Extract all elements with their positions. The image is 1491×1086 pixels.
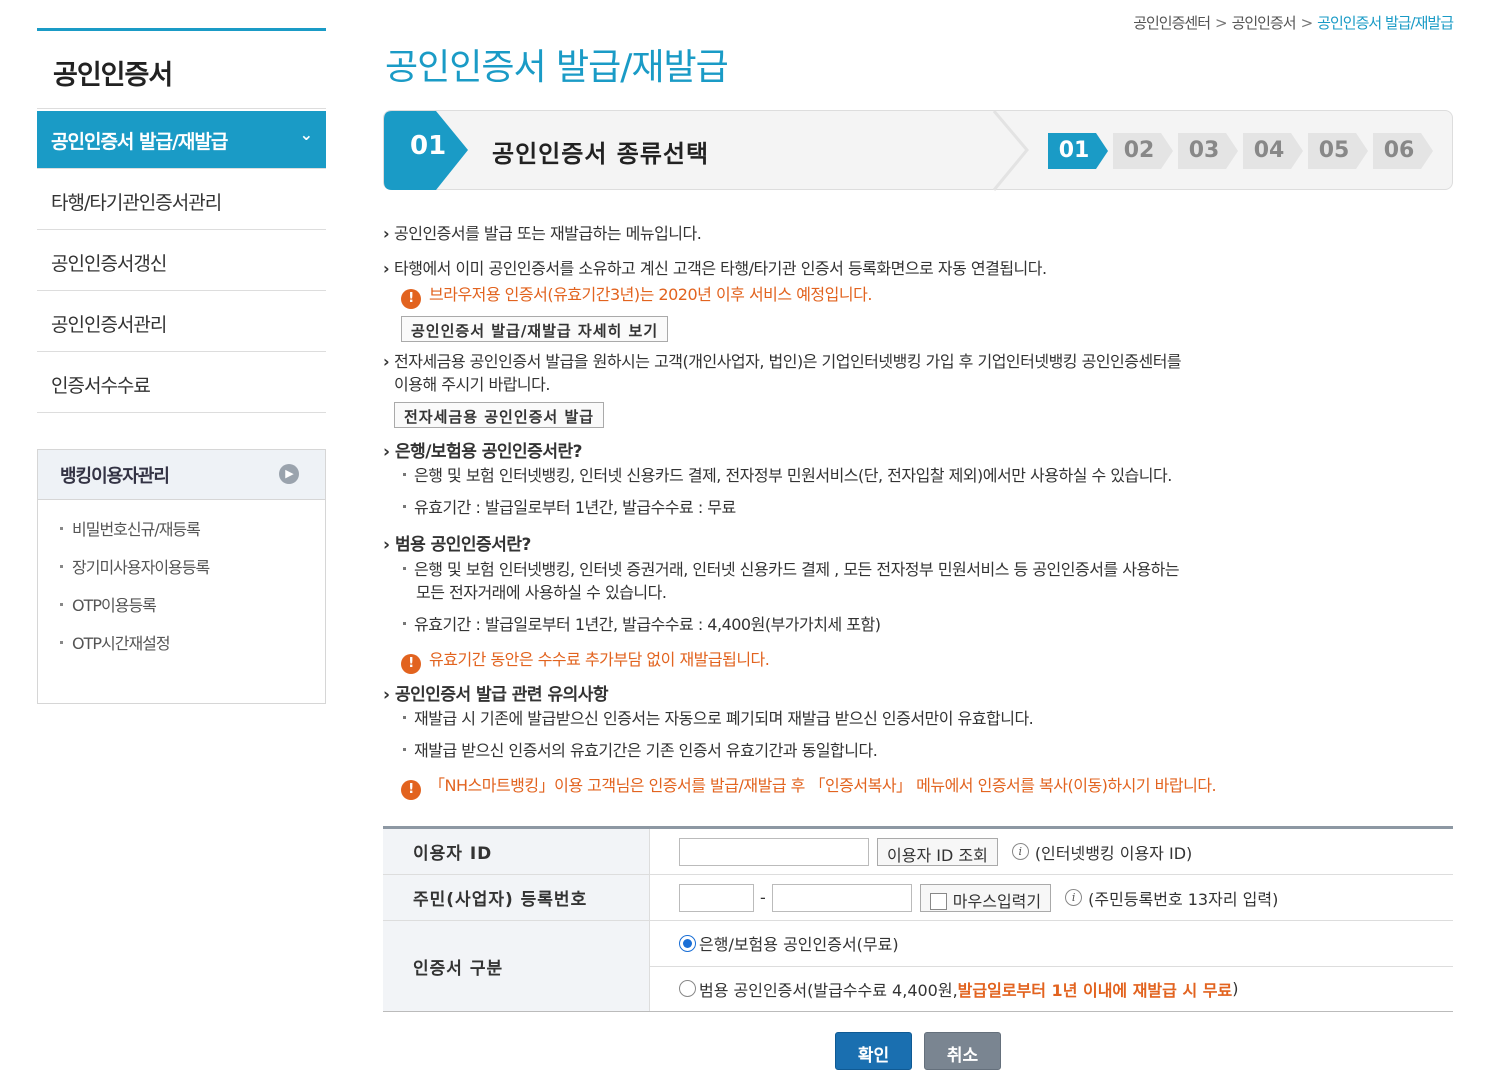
user-id-hint: (인터넷뱅킹 이용자 ID) (1034, 843, 1193, 863)
current-step-number: 01 (410, 131, 447, 161)
section-item: 유효기간 : 발급일로부터 1년간, 발급수수료 : 무료 (403, 496, 736, 520)
breadcrumb-item[interactable]: 공인인증서 (1232, 14, 1297, 32)
bullet-icon (60, 527, 63, 530)
info-icon: i (1011, 843, 1029, 860)
chevron-right-icon: › (383, 685, 395, 705)
radio-general-cert[interactable] (679, 980, 696, 998)
form-row-rrn: 주민(사업자) 등록번호 - 마우스입력기 i (주민등록번호 13자리 입력) (383, 875, 1453, 921)
section-item: 재발급 받으신 인증서의 유효기간은 기존 인증서 유효기간과 동일합니다. (403, 739, 878, 763)
sidebar-title: 공인인증서 (37, 28, 326, 108)
bullet-icon (403, 567, 406, 570)
bullet-icon (403, 622, 406, 625)
sidebar-item-fee[interactable]: 인증서수수료 (37, 352, 326, 413)
chevron-right-icon: › (383, 442, 395, 462)
warning-icon: ! (401, 780, 421, 800)
warning-note: ! 브라우저용 인증서(유효기간3년)는 2020년 이후 서비스 예정입니다. (401, 281, 872, 309)
form-row-user-id: 이용자 ID 이용자 ID 조회 i (인터넷뱅킹 이용자 ID) (383, 829, 1453, 875)
rrn-hint: (주민등록번호 13자리 입력) (1088, 889, 1279, 909)
user-id-label: 이용자 ID (383, 829, 650, 874)
step-chip-01: 01 (1048, 133, 1110, 169)
warning-note: ! 「NH스마트뱅킹」이용 고객님은 인증서를 발급/재발급 후 「인증서복사」 … (401, 772, 1217, 800)
rrn-front-input[interactable] (679, 883, 754, 912)
section-heading: › 은행/보험용 공인인증서란? (383, 442, 582, 462)
info-icon: i (1065, 889, 1083, 906)
bullet-icon (403, 748, 406, 751)
sidebar-item-manage[interactable]: 공인인증서관리 (37, 291, 326, 352)
page-title: 공인인증서 발급/재발급 (385, 47, 729, 88)
chevron-right-icon: › (383, 259, 390, 278)
step-divider (992, 111, 1029, 191)
bullet-icon (60, 641, 63, 644)
banking-user-box-title: 뱅킹이용자관리 (60, 466, 170, 487)
section-item: 재발급 시 기존에 발급받으신 인증서는 자동으로 폐기되며 재발급 받으신 인… (403, 707, 1034, 731)
user-id-field-group: 이용자 ID 조회 i (인터넷뱅킹 이용자 ID) (650, 829, 1453, 874)
bullet-icon (403, 716, 406, 719)
rrn-field-group: - 마우스입력기 i (주민등록번호 13자리 입력) (650, 875, 1453, 920)
mouse-input-toggle[interactable]: 마우스입력기 (919, 883, 1052, 912)
list-item[interactable]: OTP시간재설정 (58, 630, 325, 668)
list-item[interactable]: 비밀번호신규/재등록 (58, 516, 325, 554)
sidebar: 공인인증서 공인인증서 발급/재발급 ⌄ 타행/타기관인증서관리 공인인증서갱신… (37, 28, 326, 704)
arrow-right-icon[interactable]: ▶ (279, 464, 299, 484)
bullet-icon (60, 603, 63, 606)
list-item[interactable]: 장기미사용자이용등록 (58, 554, 325, 592)
step-chip-03: 03 (1178, 133, 1240, 169)
section-item: 은행 및 보험 인터넷뱅킹, 인터넷 신용카드 결제, 전자정부 민원서비스(단… (403, 464, 1172, 488)
banking-user-box-header[interactable]: 뱅킹이용자관리 ▶ (38, 450, 325, 500)
breadcrumb-current: 공인인증서 발급/재발급 (1317, 14, 1454, 32)
chevron-down-icon: ⌄ (299, 125, 313, 144)
banking-user-list: 비밀번호신규/재등록 장기미사용자이용등록 OTP이용등록 OTP시간재설정 (38, 500, 325, 668)
rrn-back-input[interactable] (771, 883, 912, 912)
list-item[interactable]: OTP이용등록 (58, 592, 325, 630)
breadcrumb-item[interactable]: 공인인증센터 (1133, 14, 1211, 32)
cert-type-option-general[interactable]: 범용 공인인증서(발급수수료 4,400원, 발급일로부터 1년 이내에 재발급… (650, 967, 1453, 1012)
section-item: 유효기간 : 발급일로부터 1년간, 발급수수료 : 4,400원(부가가치세 … (403, 613, 881, 637)
step-chip-02: 02 (1113, 133, 1175, 169)
sidebar-item-label: 공인인증서 발급/재발급 (51, 131, 228, 153)
warning-icon: ! (401, 289, 421, 309)
sidebar-item-issue[interactable]: 공인인증서 발급/재발급 ⌄ (37, 111, 326, 169)
confirm-button[interactable]: 확인 (835, 1032, 912, 1070)
guide-paragraph-cont: 이용해 주시기 바랍니다. (394, 375, 550, 394)
warning-icon: ! (401, 654, 421, 674)
issue-form: 이용자 ID 이용자 ID 조회 i (인터넷뱅킹 이용자 ID) 주민(사업자… (383, 826, 1453, 1012)
chevron-right-icon: › (383, 224, 390, 243)
sidebar-item-other-bank-cert[interactable]: 타행/타기관인증서관리 (37, 169, 326, 230)
rrn-label: 주민(사업자) 등록번호 (383, 875, 650, 920)
breadcrumb: 공인인증센터 > 공인인증서 > 공인인증서 발급/재발급 (1133, 14, 1454, 32)
cancel-button[interactable]: 취소 (924, 1032, 1001, 1070)
section-item-cont: 모든 전자거래에 사용하실 수 있습니다. (416, 583, 667, 602)
sidebar-menu: 공인인증서 발급/재발급 ⌄ 타행/타기관인증서관리 공인인증서갱신 공인인증서… (37, 108, 326, 413)
guide-paragraph: › 전자세금용 공인인증서 발급을 원하시는 고객(개인사업자, 법인)은 기업인… (383, 350, 1182, 374)
mouse-input-checkbox[interactable] (929, 892, 947, 910)
current-step-label: 공인인증서 종류선택 (492, 140, 710, 168)
bullet-icon (403, 505, 406, 508)
section-heading: › 범용 공인인증서란? (383, 535, 531, 555)
radio-bank-cert[interactable] (679, 934, 696, 952)
warning-note: ! 유효기간 동안은 수수료 추가부담 없이 재발급됩니다. (401, 646, 770, 674)
chevron-right-icon: › (383, 352, 390, 371)
bullet-icon (60, 565, 63, 568)
cert-type-option-bank[interactable]: 은행/보험용 공인인증서(무료) (650, 921, 1453, 967)
step-chip-04: 04 (1243, 133, 1305, 169)
step-chip-05: 05 (1308, 133, 1370, 169)
form-row-cert-type: 인증서 구분 은행/보험용 공인인증서(무료) 범용 공인인증서(발급수수료 4… (383, 921, 1453, 1011)
tax-cert-issue-button[interactable]: 전자세금용 공인인증서 발급 (394, 402, 605, 428)
step-bar: 01 공인인증서 종류선택 01 02 03 04 05 06 (383, 110, 1453, 191)
step-chip-06: 06 (1373, 133, 1435, 169)
cert-type-label: 인증서 구분 (383, 921, 650, 1011)
sidebar-item-renew[interactable]: 공인인증서갱신 (37, 230, 326, 291)
guide-paragraph: › 타행에서 이미 공인인증서를 소유하고 계신 고객은 타행/타기관 인증서 등… (383, 257, 1047, 281)
guide-paragraph: › 공인인증서를 발급 또는 재발급하는 메뉴입니다. (383, 222, 702, 246)
user-id-input[interactable] (679, 837, 869, 866)
detail-guide-button[interactable]: 공인인증서 발급/재발급 자세히 보기 (401, 316, 669, 342)
user-id-lookup-button[interactable]: 이용자 ID 조회 (877, 837, 998, 866)
rrn-dash: - (760, 888, 766, 907)
section-item: 은행 및 보험 인터넷뱅킹, 인터넷 증권거래, 인터넷 신용카드 결제 , 모… (403, 558, 1180, 582)
banking-user-box: 뱅킹이용자관리 ▶ 비밀번호신규/재등록 장기미사용자이용등록 OTP이용등록 … (37, 449, 326, 704)
section-heading: › 공인인증서 발급 관련 유의사항 (383, 685, 609, 705)
chevron-right-icon: › (383, 535, 395, 555)
bullet-icon (403, 473, 406, 476)
cert-type-options: 은행/보험용 공인인증서(무료) 범용 공인인증서(발급수수료 4,400원, … (650, 921, 1453, 1011)
